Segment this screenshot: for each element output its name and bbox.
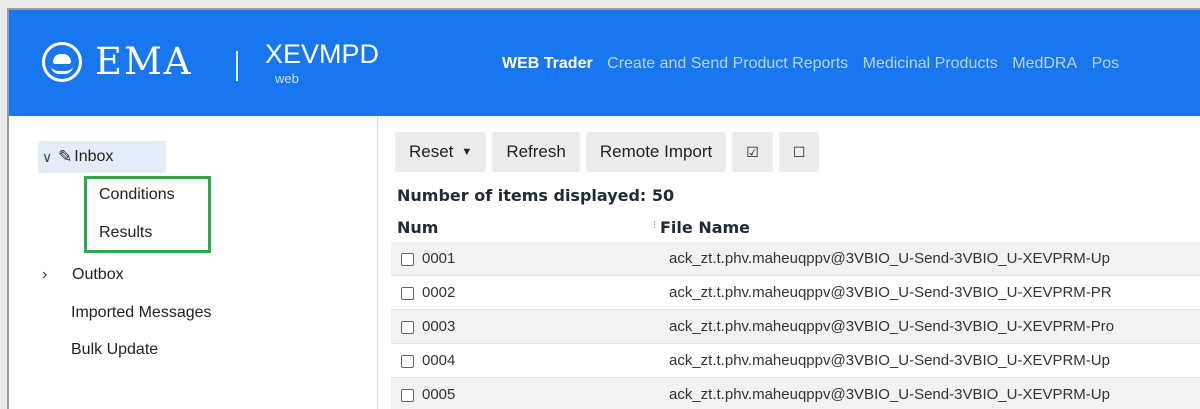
row-checkbox[interactable] <box>401 253 414 266</box>
nav-create-send-reports[interactable]: Create and Send Product Reports <box>607 55 848 72</box>
ema-logo-icon <box>42 42 82 82</box>
items-count: Number of items displayed: 50 <box>397 186 675 205</box>
column-resize-handle[interactable]: ⁝ <box>653 220 656 231</box>
sidebar-item-outbox[interactable]: › Outbox <box>42 266 124 284</box>
chevron-right-icon[interactable]: › <box>42 266 72 284</box>
row-checkbox[interactable] <box>401 389 414 402</box>
sidebar-item-conditions[interactable]: Conditions <box>99 186 175 204</box>
row-file-name: ack_zt.t.phv.maheuqppv@3VBIO_U-Send-3VBI… <box>669 250 1110 267</box>
row-num: 0003 <box>422 318 456 335</box>
app-window: EMA XEVMPD web WEB Trader Create and Sen… <box>7 8 1200 409</box>
row-file-name: ack_zt.t.phv.maheuqppv@3VBIO_U-Send-3VBI… <box>669 352 1110 369</box>
row-checkbox[interactable] <box>401 321 414 334</box>
table-row[interactable]: 0001 ack_zt.t.phv.maheuqppv@3VBIO_U-Send… <box>391 242 1200 276</box>
remote-import-button[interactable]: Remote Import <box>585 132 727 172</box>
row-num: 0004 <box>422 352 456 369</box>
row-checkbox[interactable] <box>401 355 414 368</box>
sidebar-item-results[interactable]: Results <box>99 224 152 242</box>
table-row[interactable]: 0002 ack_zt.t.phv.maheuqppv@3VBIO_U-Send… <box>391 276 1200 310</box>
column-header-num[interactable]: Num <box>397 218 438 237</box>
refresh-button[interactable]: Refresh <box>492 132 580 172</box>
sidebar: ∨ ✎ Inbox Conditions Results › Outbox Im… <box>9 116 378 409</box>
column-header-file-name[interactable]: File Name <box>660 218 750 237</box>
sidebar-item-imported-messages[interactable]: Imported Messages <box>71 304 212 322</box>
sidebar-item-inbox-label: Inbox <box>74 148 114 165</box>
row-file-name: ack_zt.t.phv.maheuqppv@3VBIO_U-Send-3VBI… <box>669 284 1112 301</box>
module-subtitle: web <box>275 71 299 86</box>
row-num: 0001 <box>422 250 456 267</box>
brand-name: EMA <box>95 40 193 83</box>
caret-down-icon: ▼ <box>461 146 473 158</box>
row-checkbox[interactable] <box>401 287 414 300</box>
module-title: XEVMPD <box>265 39 380 69</box>
chevron-down-icon[interactable]: ∨ <box>42 149 58 166</box>
main-content: Reset ▼ Refresh Remote Import ☑ ☐ Number… <box>379 116 1200 409</box>
row-num: 0005 <box>422 386 456 403</box>
sidebar-item-outbox-label: Outbox <box>72 266 124 283</box>
sidebar-item-bulk-update[interactable]: Bulk Update <box>71 341 158 359</box>
check-all-button[interactable]: ☑ <box>732 132 773 172</box>
nav-meddra[interactable]: MedDRA <box>1012 55 1077 72</box>
nav-web-trader[interactable]: WEB Trader <box>502 55 593 72</box>
header-divider <box>236 51 238 81</box>
toolbar: Reset ▼ Refresh Remote Import ☑ ☐ <box>395 132 825 172</box>
top-navigation: WEB Trader Create and Send Product Repor… <box>502 54 1129 74</box>
uncheck-all-button[interactable]: ☐ <box>778 132 820 172</box>
reset-button-label: Reset <box>409 142 454 161</box>
row-file-name: ack_zt.t.phv.maheuqppv@3VBIO_U-Send-3VBI… <box>669 386 1110 403</box>
nav-pos[interactable]: Pos <box>1092 55 1120 72</box>
table-row[interactable]: 0004 ack_zt.t.phv.maheuqppv@3VBIO_U-Send… <box>391 344 1200 378</box>
row-num: 0002 <box>422 284 456 301</box>
table-header: Num ⁝ File Name <box>397 214 1200 240</box>
row-file-name: ack_zt.t.phv.maheuqppv@3VBIO_U-Send-3VBI… <box>669 318 1115 335</box>
table-row[interactable]: 0005 ack_zt.t.phv.maheuqppv@3VBIO_U-Send… <box>391 378 1200 409</box>
reset-button[interactable]: Reset ▼ <box>395 132 487 172</box>
app-header: EMA XEVMPD web WEB Trader Create and Sen… <box>9 10 1200 116</box>
sidebar-item-inbox[interactable]: ∨ ✎ Inbox <box>38 141 166 173</box>
nav-medicinal-products[interactable]: Medicinal Products <box>863 55 998 72</box>
table-row[interactable]: 0003 ack_zt.t.phv.maheuqppv@3VBIO_U-Send… <box>391 310 1200 344</box>
pencil-icon: ✎ <box>58 147 73 166</box>
message-list: 0001 ack_zt.t.phv.maheuqppv@3VBIO_U-Send… <box>391 242 1200 409</box>
